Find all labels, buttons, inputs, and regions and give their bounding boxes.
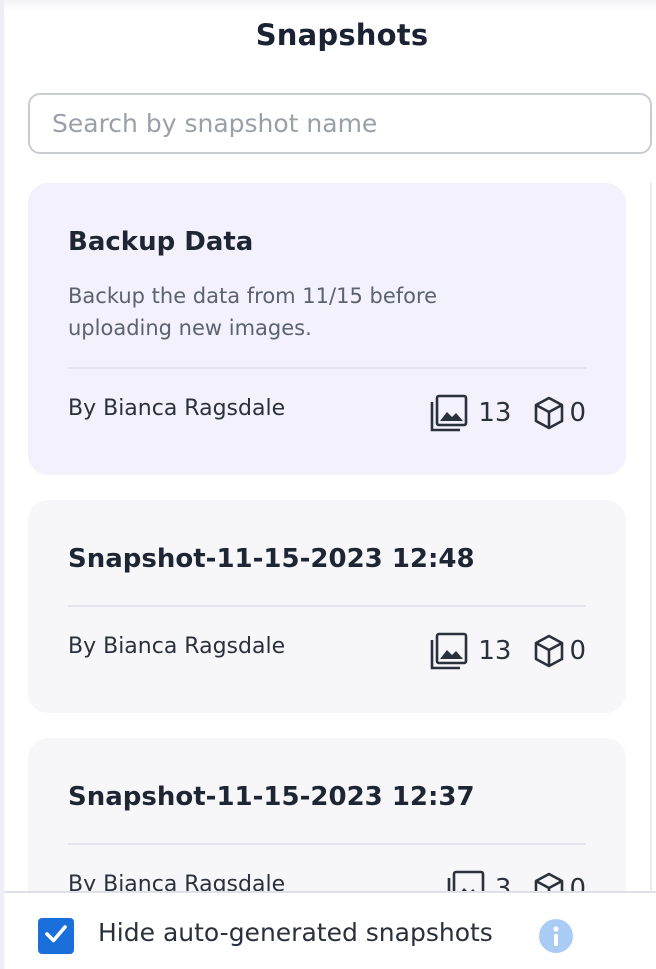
card-divider xyxy=(68,367,586,369)
footer-bar: Hide auto-generated snapshots xyxy=(4,891,656,969)
snapshot-card[interactable]: Backup Data Backup the data from 11/15 b… xyxy=(28,183,626,475)
scrollbar-track[interactable] xyxy=(650,183,652,891)
snapshot-description: Backup the data from 11/15 before upload… xyxy=(68,284,438,340)
hide-auto-generated-checkbox[interactable] xyxy=(38,918,74,954)
snapshot-title: Backup Data xyxy=(68,227,254,257)
snapshot-card[interactable]: Snapshot-11-15-2023 12:37 By Bianca Rags… xyxy=(28,738,626,891)
model-count: 0 xyxy=(569,636,586,666)
images-icon xyxy=(430,632,468,670)
image-count: 13 xyxy=(478,398,512,428)
search-input[interactable] xyxy=(28,93,652,154)
model-count: 0 xyxy=(569,398,586,428)
top-shadow xyxy=(4,0,656,12)
image-count: 13 xyxy=(478,636,512,666)
snapshot-author: By Bianca Ragsdale xyxy=(68,634,286,659)
snapshot-list[interactable]: Backup Data Backup the data from 11/15 b… xyxy=(0,183,656,891)
cube-icon xyxy=(533,396,565,430)
snapshot-meta: 13 0 xyxy=(430,393,586,433)
cube-icon xyxy=(533,872,565,891)
cube-icon xyxy=(533,634,565,668)
snapshot-author: By Bianca Ragsdale xyxy=(68,396,286,421)
snapshot-title: Snapshot-11-15-2023 12:37 xyxy=(68,782,475,812)
card-divider xyxy=(68,605,586,607)
images-icon xyxy=(447,870,485,891)
snapshot-card[interactable]: Snapshot-11-15-2023 12:48 By Bianca Rags… xyxy=(28,500,626,713)
snapshot-title: Snapshot-11-15-2023 12:48 xyxy=(68,544,475,574)
checkbox-label[interactable]: Hide auto-generated snapshots xyxy=(98,918,493,947)
snapshot-meta: 3 0 xyxy=(447,869,586,891)
page-title: Snapshots xyxy=(255,18,429,52)
snapshots-panel: Snapshots Backup Data Backup the data fr… xyxy=(0,0,656,969)
check-icon xyxy=(43,921,69,951)
info-icon[interactable] xyxy=(539,919,573,953)
image-count: 3 xyxy=(494,874,512,891)
snapshot-meta: 13 0 xyxy=(430,631,586,671)
images-icon xyxy=(430,394,468,432)
model-count: 0 xyxy=(569,874,586,891)
snapshot-author: By Bianca Ragsdale xyxy=(68,872,286,891)
card-divider xyxy=(68,843,586,845)
